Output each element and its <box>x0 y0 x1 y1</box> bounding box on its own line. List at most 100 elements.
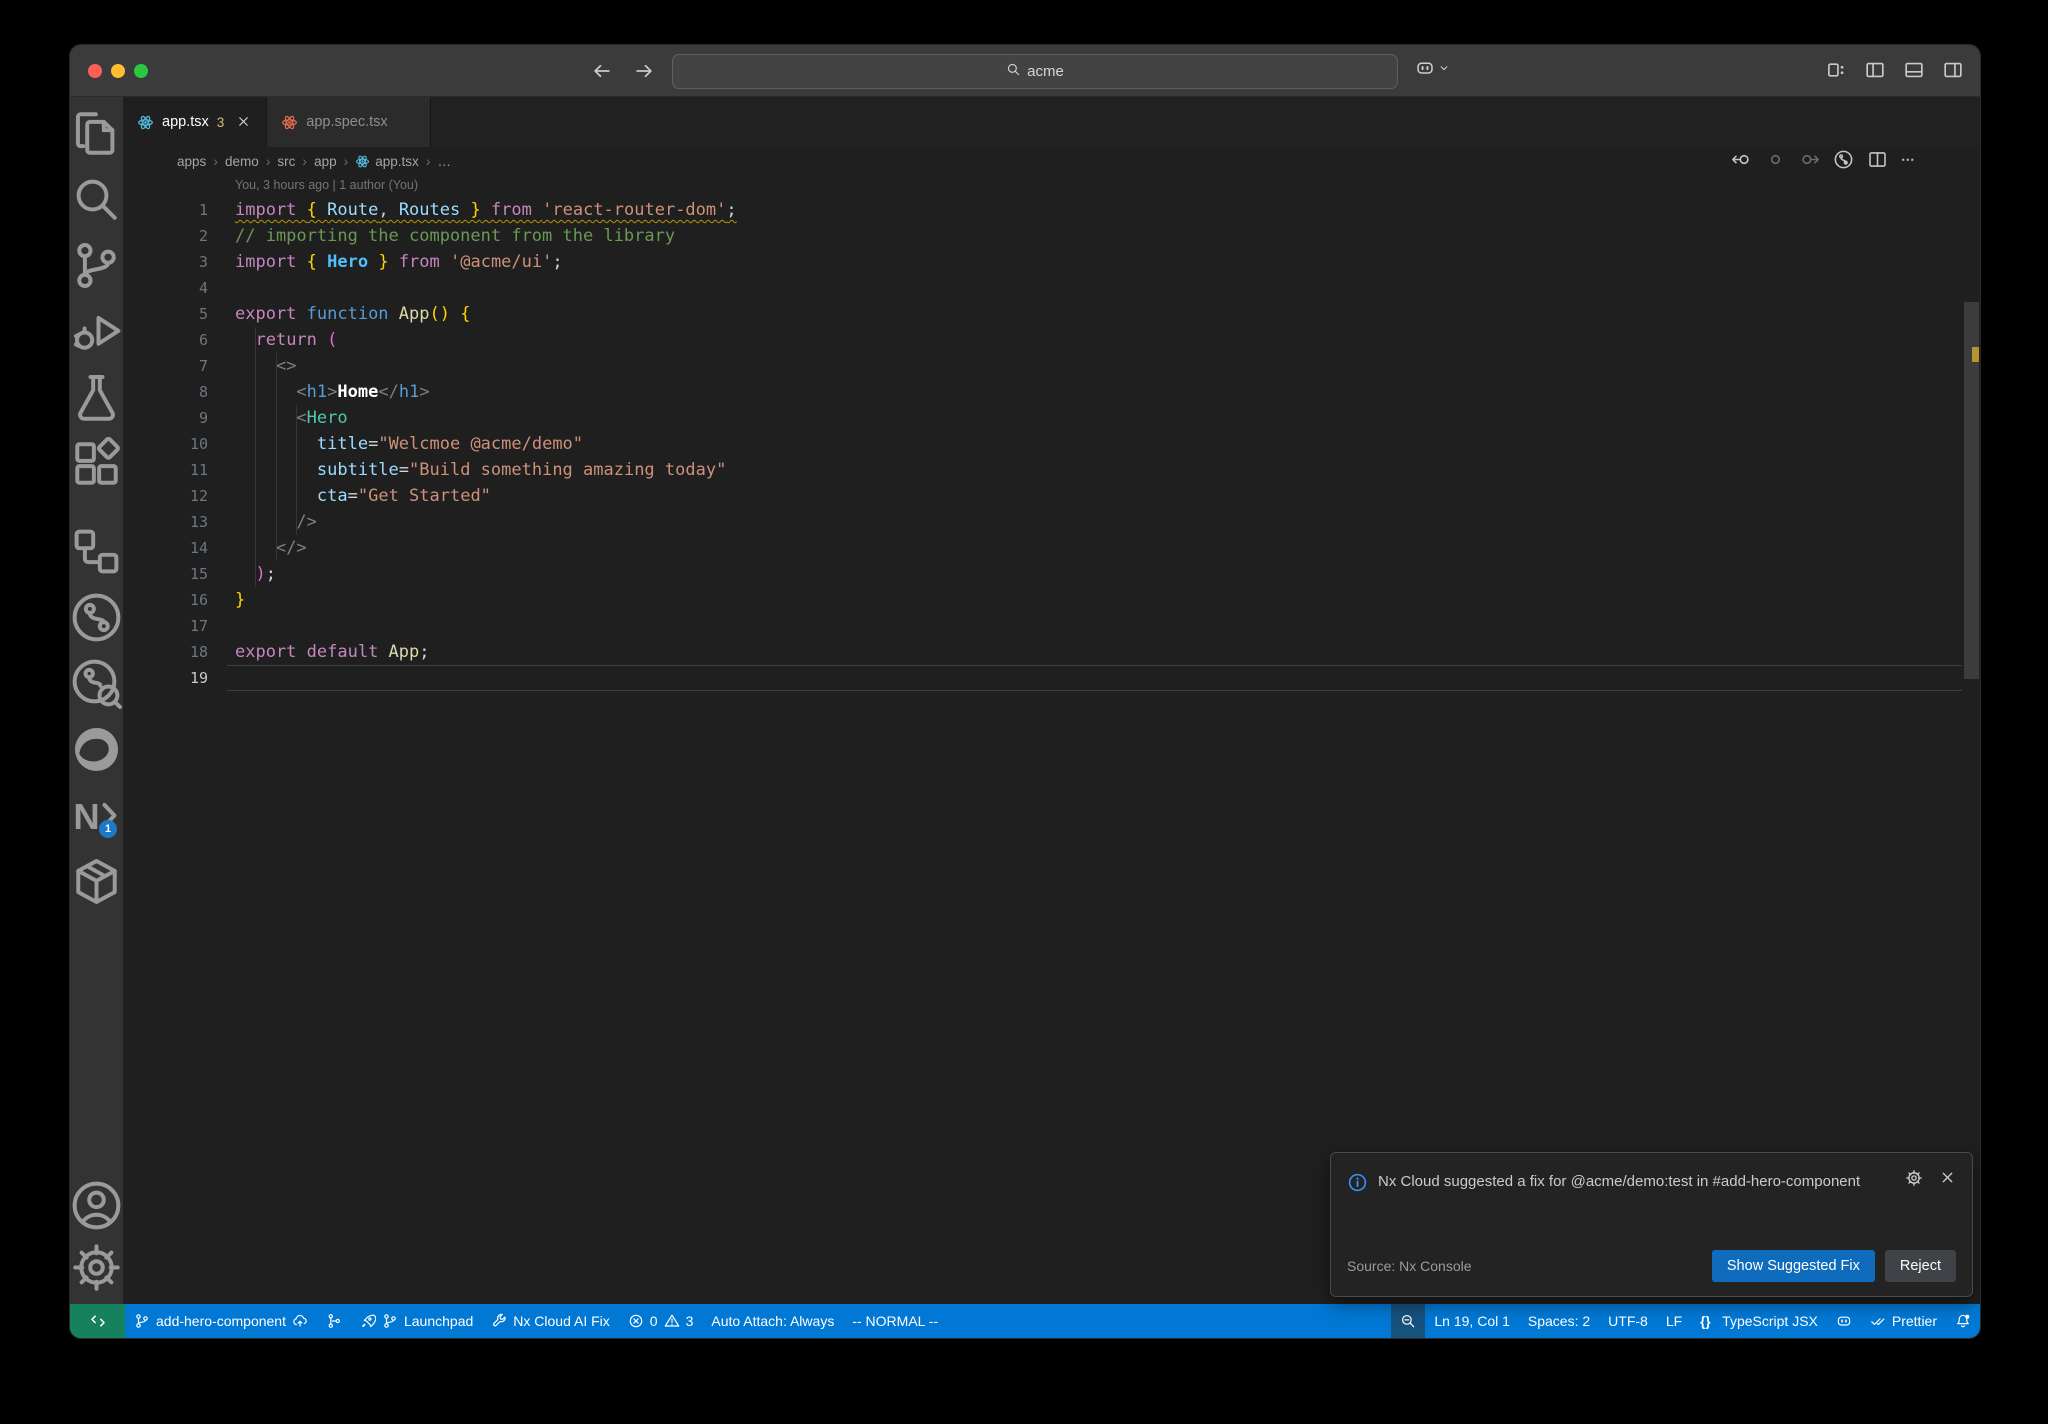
line-number[interactable]: 13 <box>123 513 235 531</box>
line-number[interactable]: 5 <box>123 305 235 323</box>
status-gitlens-launchpad[interactable]: Launchpad <box>351 1304 482 1338</box>
status-git-branch[interactable]: add-hero-component <box>125 1304 317 1338</box>
code-line-19[interactable]: 19 <box>123 665 1962 691</box>
reject-button[interactable]: Reject <box>1884 1250 1956 1282</box>
activity-item-package-explorer[interactable] <box>70 848 123 914</box>
customize-layout-button[interactable] <box>1825 59 1847 81</box>
previous-change-button[interactable] <box>1731 149 1752 170</box>
line-number[interactable]: 18 <box>123 643 235 661</box>
status-nx-cloud-ai-fix[interactable]: Nx Cloud AI Fix <box>482 1304 618 1338</box>
change-indicator-button[interactable] <box>1765 149 1786 170</box>
code-line-12[interactable]: 12 cta="Get Started" <box>123 483 1962 509</box>
breadcrumb-item-src[interactable]: src <box>277 154 295 169</box>
line-number[interactable]: 6 <box>123 331 235 349</box>
code-line-5[interactable]: 5 export function App() { <box>123 301 1962 327</box>
status-indentation[interactable]: Spaces: 2 <box>1519 1304 1599 1338</box>
status-vim-mode[interactable]: -- NORMAL -- <box>843 1304 947 1338</box>
code-line-4[interactable]: 4 <box>123 275 1962 301</box>
status-source-control-graph[interactable] <box>317 1304 351 1338</box>
activity-item-nx-console[interactable]: N1 <box>70 782 123 848</box>
status-language-mode[interactable]: {} TypeScript JSX <box>1691 1304 1827 1338</box>
line-number[interactable]: 15 <box>123 565 235 583</box>
activity-item-gitlens[interactable] <box>70 584 123 650</box>
line-number[interactable]: 3 <box>123 253 235 271</box>
line-number[interactable]: 9 <box>123 409 235 427</box>
go-back-button[interactable] <box>592 61 612 81</box>
show-suggested-fix-button[interactable]: Show Suggested Fix <box>1711 1250 1875 1282</box>
line-number[interactable]: 10 <box>123 435 235 453</box>
activity-item-edge-tools[interactable] <box>70 716 123 782</box>
status-remote-indicator[interactable] <box>70 1304 125 1338</box>
status-encoding[interactable]: UTF-8 <box>1599 1304 1657 1338</box>
line-number[interactable]: 17 <box>123 617 235 635</box>
breadcrumb-item-demo[interactable]: demo <box>225 154 259 169</box>
code-line-1[interactable]: 1 import { Route, Routes } from 'react-ro… <box>123 197 1962 223</box>
line-number[interactable]: 11 <box>123 461 235 479</box>
code-line-11[interactable]: 11 subtitle="Build something amazing tod… <box>123 457 1962 483</box>
code-line-14[interactable]: 14 </> <box>123 535 1962 561</box>
activity-item-extensions[interactable] <box>70 430 123 496</box>
code-line-15[interactable]: 15 ); <box>123 561 1962 587</box>
status-eol[interactable]: LF <box>1657 1304 1691 1338</box>
tab-close-icon[interactable] <box>236 114 252 130</box>
tab-app.spec.tsx[interactable]: app.spec.tsx <box>267 97 431 147</box>
line-number[interactable]: 14 <box>123 539 235 557</box>
code-line-7[interactable]: 7 <> <box>123 353 1962 379</box>
code-line-8[interactable]: 8 <h1>Home</h1> <box>123 379 1962 405</box>
activity-item-testing[interactable] <box>70 364 123 430</box>
code-line-10[interactable]: 10 title="Welcmoe @acme/demo" <box>123 431 1962 457</box>
line-number[interactable]: 12 <box>123 487 235 505</box>
next-change-button[interactable] <box>1799 149 1820 170</box>
go-forward-button[interactable] <box>634 61 654 81</box>
status-auto-attach[interactable]: Auto Attach: Always <box>702 1304 843 1338</box>
status-prettier[interactable]: Prettier <box>1861 1304 1946 1338</box>
toggle-panel-button[interactable] <box>1903 59 1925 81</box>
status-zoom-indicator[interactable] <box>1391 1304 1426 1338</box>
activity-item-accounts[interactable] <box>70 1174 123 1236</box>
status-problems[interactable]: 03 <box>619 1304 703 1338</box>
notification-settings-gear-icon[interactable] <box>1905 1169 1923 1192</box>
activity-item-settings[interactable] <box>70 1236 123 1298</box>
activity-item-search[interactable] <box>70 166 123 232</box>
line-number[interactable]: 7 <box>123 357 235 375</box>
toggle-secondary-sidebar-button[interactable] <box>1942 59 1964 81</box>
tab-app.tsx[interactable]: app.tsx 3 <box>123 97 268 147</box>
command-center-search[interactable]: acme <box>672 54 1398 89</box>
line-number[interactable]: 16 <box>123 591 235 609</box>
code-line-16[interactable]: 16} <box>123 587 1962 613</box>
line-number[interactable]: 4 <box>123 279 235 297</box>
line-number[interactable]: 19 <box>123 669 235 687</box>
notification-close-icon[interactable] <box>1939 1169 1956 1192</box>
toggle-primary-sidebar-button[interactable] <box>1864 59 1886 81</box>
line-number[interactable]: 8 <box>123 383 235 401</box>
breadcrumb-item-app.tsx[interactable]: app.tsx <box>355 154 419 169</box>
code-line-2[interactable]: 2// importing the component from the lib… <box>123 223 1962 249</box>
line-number[interactable]: 2 <box>123 227 235 245</box>
status-notifications[interactable] <box>1946 1304 1980 1338</box>
code-line-17[interactable]: 17 <box>123 613 1962 639</box>
status-cursor-position[interactable]: Ln 19, Col 1 <box>1425 1304 1519 1338</box>
code-line-13[interactable]: 13 /> <box>123 509 1962 535</box>
activity-item-gitlens-inspect[interactable] <box>70 650 123 716</box>
status-copilot[interactable] <box>1827 1304 1861 1338</box>
copilot-menu[interactable] <box>1415 58 1451 83</box>
code-editor[interactable]: 1 import { Route, Routes } from 'react-ro… <box>123 197 1980 1304</box>
line-number[interactable]: 1 <box>123 201 235 219</box>
code-line-6[interactable]: 6 return ( <box>123 327 1962 353</box>
activity-item-explorer[interactable] <box>70 100 123 166</box>
breadcrumb-item-apps[interactable]: apps <box>177 154 206 169</box>
close-window-button[interactable] <box>88 64 102 78</box>
code-line-9[interactable]: 9 <Hero <box>123 405 1962 431</box>
breadcrumb-item-…[interactable]: … <box>437 154 451 169</box>
activity-item-project-structure[interactable] <box>70 518 123 584</box>
breadcrumb-item-app[interactable]: app <box>314 154 337 169</box>
code-line-3[interactable]: 3 import { Hero } from '@acme/ui'; <box>123 249 1962 275</box>
code-line-18[interactable]: 18 export default App; <box>123 639 1962 665</box>
more-actions-button[interactable]: ⋯ <box>1901 149 1922 170</box>
run-file-button[interactable] <box>1833 149 1854 170</box>
activity-item-run-and-debug[interactable] <box>70 298 123 364</box>
split-editor-button[interactable] <box>1867 149 1888 170</box>
maximize-window-button[interactable] <box>134 64 148 78</box>
minimize-window-button[interactable] <box>111 64 125 78</box>
activity-item-source-control[interactable] <box>70 232 123 298</box>
